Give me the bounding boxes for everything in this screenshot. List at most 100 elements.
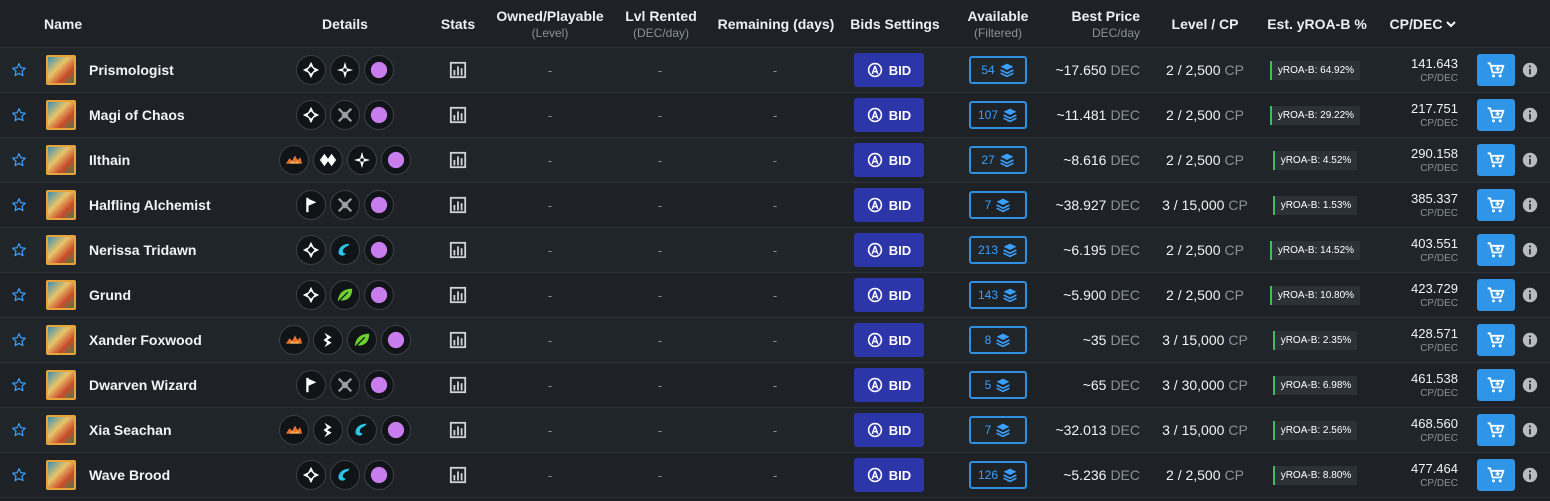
- favorite-star-icon[interactable]: [11, 453, 27, 497]
- card-name[interactable]: Grund: [89, 273, 279, 317]
- bid-button[interactable]: BID: [854, 188, 924, 222]
- bid-button[interactable]: BID: [854, 458, 924, 492]
- card-name[interactable]: Xander Foxwood: [89, 318, 279, 362]
- favorite-star-icon[interactable]: [11, 363, 27, 407]
- yroa-badge: yROA-B: 10.80%: [1269, 285, 1361, 305]
- info-icon[interactable]: [1520, 228, 1540, 272]
- add-to-cart-button[interactable]: [1477, 99, 1515, 131]
- add-to-cart-button[interactable]: [1477, 189, 1515, 221]
- card-name[interactable]: Dwarven Wizard: [89, 363, 279, 407]
- card-thumbnail[interactable]: [45, 408, 77, 452]
- level-cp: 2 / 2,500 CP: [1166, 287, 1244, 303]
- yroa-cell: yROA-B: 1.53%: [1270, 183, 1360, 227]
- info-icon[interactable]: [1520, 453, 1540, 497]
- bid-button[interactable]: BID: [854, 233, 924, 267]
- available-button[interactable]: 143: [969, 281, 1027, 309]
- info-icon[interactable]: [1520, 273, 1540, 317]
- bid-button[interactable]: BID: [854, 413, 924, 447]
- stats-icon[interactable]: [446, 48, 470, 92]
- magic-orb-icon: [364, 55, 394, 85]
- available-button[interactable]: 8: [969, 326, 1027, 354]
- bid-button[interactable]: BID: [854, 143, 924, 177]
- stack-icon: [1002, 107, 1018, 123]
- available-button[interactable]: 213: [969, 236, 1027, 264]
- add-to-cart-button[interactable]: [1477, 54, 1515, 86]
- stats-icon[interactable]: [446, 93, 470, 137]
- add-to-cart-button[interactable]: [1477, 324, 1515, 356]
- available-button[interactable]: 7: [969, 416, 1027, 444]
- favorite-star-icon[interactable]: [11, 273, 27, 317]
- card-name[interactable]: Magi of Chaos: [89, 93, 279, 137]
- column-header-level[interactable]: Level / CP: [1155, 0, 1255, 47]
- card-name[interactable]: Ilthain: [89, 138, 279, 182]
- column-header-name[interactable]: Name: [44, 0, 164, 47]
- column-header-remaining[interactable]: Remaining (days): [715, 0, 837, 47]
- column-header-available[interactable]: Available (Filtered): [955, 0, 1041, 47]
- leaf-icon: [330, 280, 360, 310]
- bid-button[interactable]: BID: [854, 368, 924, 402]
- bid-button[interactable]: BID: [854, 323, 924, 357]
- card-name[interactable]: Halfling Alchemist: [89, 183, 279, 227]
- info-icon[interactable]: [1520, 318, 1540, 362]
- card-thumbnail[interactable]: [45, 453, 77, 497]
- magic-orb-icon: [364, 280, 394, 310]
- card-thumbnail[interactable]: [45, 93, 77, 137]
- add-to-cart-button[interactable]: [1477, 144, 1515, 176]
- bid-button[interactable]: BID: [854, 53, 924, 87]
- available-button[interactable]: 126: [969, 461, 1027, 489]
- add-to-cart-button[interactable]: [1477, 369, 1515, 401]
- column-header-cpdec[interactable]: CP/DEC: [1378, 0, 1468, 47]
- rented-value: -: [657, 242, 663, 258]
- card-thumbnail[interactable]: [45, 48, 77, 92]
- column-header-yroa[interactable]: Est. yROA-B %: [1262, 0, 1372, 47]
- card-name[interactable]: Wave Brood: [89, 453, 279, 497]
- favorite-star-icon[interactable]: [11, 408, 27, 452]
- stats-icon[interactable]: [446, 183, 470, 227]
- add-to-cart-button[interactable]: [1477, 459, 1515, 491]
- favorite-star-icon[interactable]: [11, 183, 27, 227]
- favorite-star-icon[interactable]: [11, 138, 27, 182]
- favorite-star-icon[interactable]: [11, 318, 27, 362]
- bid-button[interactable]: BID: [854, 278, 924, 312]
- info-icon[interactable]: [1520, 408, 1540, 452]
- stats-icon[interactable]: [446, 318, 470, 362]
- card-thumbnail[interactable]: [45, 183, 77, 227]
- info-icon[interactable]: [1520, 48, 1540, 92]
- add-to-cart-button[interactable]: [1477, 414, 1515, 446]
- card-name[interactable]: Nerissa Tridawn: [89, 228, 279, 272]
- column-header-owned[interactable]: Owned/Playable (Level): [495, 0, 605, 47]
- card-name[interactable]: Xia Seachan: [89, 408, 279, 452]
- card-thumbnail[interactable]: [45, 318, 77, 362]
- info-icon[interactable]: [1520, 363, 1540, 407]
- card-thumbnail[interactable]: [45, 273, 77, 317]
- stats-icon[interactable]: [446, 408, 470, 452]
- stats-icon[interactable]: [446, 228, 470, 272]
- yroa-cell: yROA-B: 10.80%: [1269, 273, 1361, 317]
- card-thumbnail[interactable]: [45, 228, 77, 272]
- bid-button[interactable]: BID: [854, 98, 924, 132]
- info-icon[interactable]: [1520, 183, 1540, 227]
- available-button[interactable]: 27: [969, 146, 1027, 174]
- card-thumbnail[interactable]: [45, 363, 77, 407]
- favorite-star-icon[interactable]: [11, 93, 27, 137]
- card-thumbnail[interactable]: [45, 138, 77, 182]
- stats-icon[interactable]: [446, 138, 470, 182]
- add-to-cart-button[interactable]: [1477, 234, 1515, 266]
- stats-icon[interactable]: [446, 273, 470, 317]
- available-button[interactable]: 7: [969, 191, 1027, 219]
- stats-icon[interactable]: [446, 363, 470, 407]
- available-button[interactable]: 5: [969, 371, 1027, 399]
- info-icon[interactable]: [1520, 93, 1540, 137]
- column-header-price[interactable]: Best Price DEC/day: [1040, 0, 1140, 47]
- favorite-star-icon[interactable]: [11, 228, 27, 272]
- info-icon[interactable]: [1520, 138, 1540, 182]
- stats-icon[interactable]: [446, 453, 470, 497]
- yroa-cell: yROA-B: 6.98%: [1270, 363, 1360, 407]
- available-button[interactable]: 107: [969, 101, 1027, 129]
- card-name[interactable]: Prismologist: [89, 48, 279, 92]
- cpdec-value: 428.571: [1411, 326, 1458, 341]
- favorite-star-icon[interactable]: [11, 48, 27, 92]
- available-button[interactable]: 54: [969, 56, 1027, 84]
- add-to-cart-button[interactable]: [1477, 279, 1515, 311]
- column-header-rented[interactable]: Lvl Rented (DEC/day): [612, 0, 710, 47]
